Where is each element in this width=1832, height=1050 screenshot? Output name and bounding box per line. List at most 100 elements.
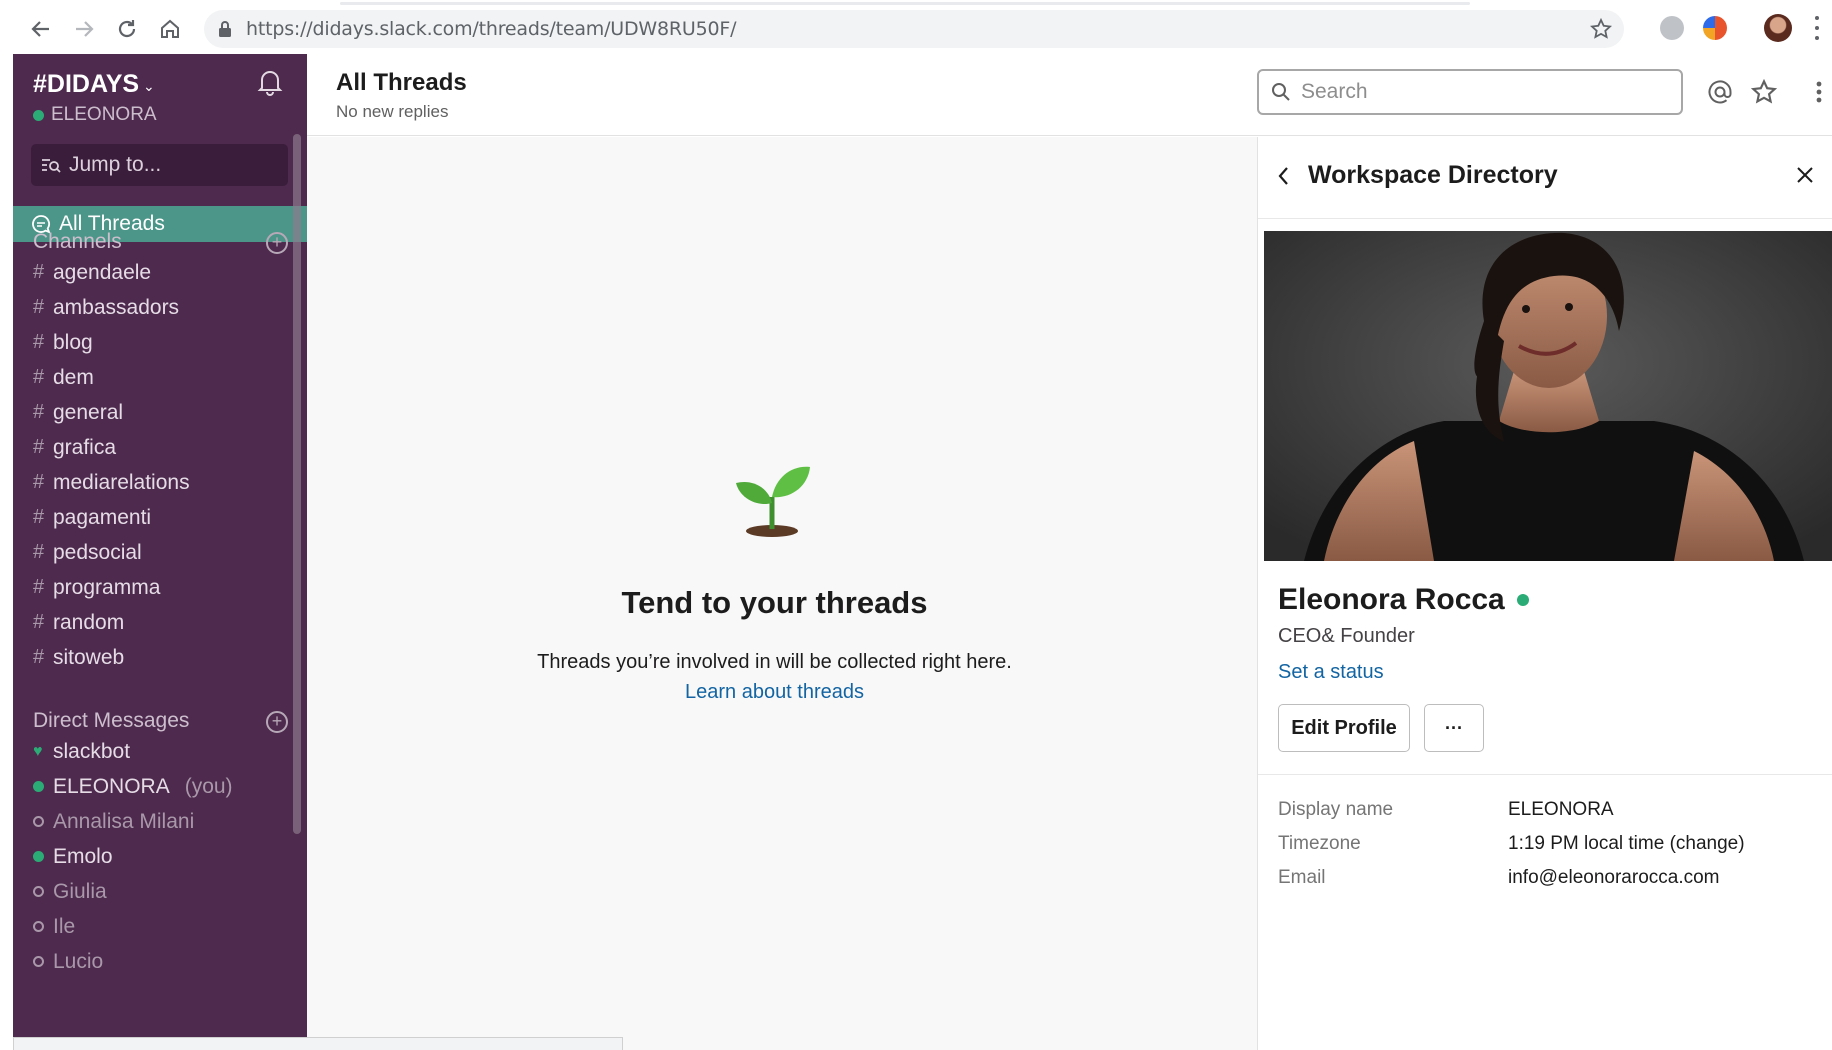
presence-away-icon (33, 816, 44, 827)
field-timezone: Timezone 1:19 PM local time (change) (1278, 833, 1745, 854)
bookmark-star-icon[interactable] (1590, 18, 1612, 40)
arrow-left-icon (31, 21, 49, 37)
page-title: All Threads (336, 69, 467, 96)
hash-icon: # (33, 261, 45, 283)
sidebar-item-channel[interactable]: # programma (13, 570, 307, 605)
sidebar-item-channel[interactable]: # pagamenti (13, 500, 307, 535)
starred-icon[interactable] (1748, 76, 1780, 108)
extension-icon[interactable] (1703, 16, 1727, 40)
back-button[interactable] (24, 12, 58, 46)
channel-list: # agendaele # ambassadors # blog # dem # gene… (13, 255, 307, 675)
sidebar-item-channel[interactable]: # pedsocial (13, 535, 307, 570)
jump-search-icon (42, 159, 61, 173)
sidebar-item-dm[interactable]: ♥ slackbot (13, 734, 307, 769)
presence-online-icon (33, 781, 44, 792)
browser-toolbar: https://didays.slack.com/threads/team/UD… (0, 0, 1832, 56)
mentions-icon[interactable] (1704, 76, 1736, 108)
field-display-name: Display name ELEONORA (1278, 799, 1614, 820)
home-button[interactable] (153, 12, 187, 46)
chevron-down-icon[interactable]: ⌄ (143, 78, 155, 95)
close-icon[interactable] (1795, 165, 1815, 185)
add-dm-icon[interactable]: + (266, 711, 288, 733)
home-icon (161, 19, 179, 38)
sidebar-scrollbar[interactable] (293, 134, 301, 834)
reload-button[interactable] (110, 12, 144, 46)
current-user-name: ELEONORA (51, 104, 157, 125)
jump-to-label: Jump to... (69, 153, 162, 176)
hash-icon: # (33, 296, 45, 318)
reload-icon (118, 20, 136, 38)
hash-icon: # (33, 576, 45, 598)
add-channel-icon[interactable]: + (266, 232, 288, 254)
sidebar-item-dm[interactable]: Ile (13, 909, 307, 944)
jump-to-button[interactable]: Jump to... (31, 144, 288, 186)
direct-messages-heading[interactable]: Direct Messages (33, 709, 189, 733)
arrow-right-icon (76, 21, 94, 37)
sidebar-item-dm[interactable]: Annalisa Milani (13, 804, 307, 839)
empty-state-text: Threads you’re involved in will be colle… (537, 651, 1012, 673)
bell-icon[interactable] (257, 68, 283, 96)
sidebar-item-channel[interactable]: # grafica (13, 430, 307, 465)
hash-icon: # (33, 506, 45, 528)
url-text: https://didays.slack.com/threads/team/UD… (246, 18, 737, 40)
presence-online-icon (1516, 594, 1529, 606)
sidebar-item-dm[interactable]: Giulia (13, 874, 307, 909)
chevron-left-icon[interactable] (1276, 165, 1290, 187)
sidebar-item-channel[interactable]: # random (13, 605, 307, 640)
sidebar-item-channel[interactable]: # mediarelations (13, 465, 307, 500)
profile-photo (1264, 231, 1832, 561)
learn-about-threads-link[interactable]: Learn about threads (307, 681, 1242, 704)
panel-divider (1258, 774, 1832, 775)
hash-icon: # (33, 611, 45, 633)
hash-icon: # (33, 401, 45, 423)
forward-button[interactable] (67, 12, 101, 46)
profile-name-text: Eleonora Rocca (1278, 583, 1505, 616)
set-status-link[interactable]: Set a status (1278, 661, 1384, 684)
panel-title: Workspace Directory (1308, 161, 1558, 189)
profile-name: Eleonora Rocca (1278, 583, 1529, 617)
workspace-directory-panel: Workspace Directory Eleonora Rocca CEO& … (1257, 137, 1832, 1050)
sidebar-item-channel[interactable]: # general (13, 395, 307, 430)
hash-icon: # (33, 471, 45, 493)
browser-menu-icon[interactable] (1814, 16, 1820, 40)
more-vertical-icon[interactable] (1812, 76, 1826, 108)
address-bar[interactable]: https://didays.slack.com/threads/team/UD… (204, 10, 1624, 48)
dm-list: ♥ slackbot ELEONORA (you) Annalisa Milani … (13, 734, 307, 979)
skype-extension-icon[interactable] (1660, 16, 1684, 40)
browser-profile-avatar[interactable] (1764, 14, 1792, 42)
field-email: Email info@eleonorarocca.com (1278, 867, 1720, 888)
sidebar-item-dm[interactable]: Lucio (13, 944, 307, 979)
presence-away-icon (33, 956, 44, 967)
channel-header: All Threads No new replies (307, 54, 1832, 136)
hash-icon: # (33, 541, 45, 563)
page-subtitle: No new replies (336, 102, 449, 121)
sidebar-item-dm[interactable]: Emolo (13, 839, 307, 874)
heart-icon: ♥ (33, 742, 43, 760)
current-user[interactable]: ELEONORA (33, 104, 157, 126)
sidebar-item-channel[interactable]: # sitoweb (13, 640, 307, 675)
workspace-name[interactable]: #DIDAYS (33, 70, 139, 99)
presence-away-icon (33, 886, 44, 897)
link-preview-statusbar (13, 1037, 623, 1050)
hash-icon: # (33, 331, 45, 353)
channels-heading[interactable]: Channels (33, 230, 122, 254)
search-box[interactable] (1257, 69, 1683, 115)
seedling-icon (736, 466, 810, 537)
sidebar-item-channel[interactable]: # blog (13, 325, 307, 360)
sidebar-item-channel[interactable]: # ambassadors (13, 290, 307, 325)
profile-title: CEO& Founder (1278, 625, 1415, 647)
sidebar-item-dm[interactable]: ELEONORA (you) (13, 769, 307, 804)
sidebar: #DIDAYS ⌄ ELEONORA Jump to... All Thread… (13, 54, 307, 1037)
panel-header: Workspace Directory (1258, 137, 1832, 219)
sidebar-item-channel[interactable]: # dem (13, 360, 307, 395)
search-input[interactable] (1301, 80, 1661, 104)
lock-icon (219, 21, 231, 37)
sidebar-item-channel[interactable]: # agendaele (13, 255, 307, 290)
empty-state-title: Tend to your threads (621, 585, 928, 620)
presence-away-icon (33, 921, 44, 932)
more-actions-button[interactable]: ··· (1424, 704, 1484, 752)
threads-view: Tend to your threads Threads you’re invo… (307, 137, 1257, 1050)
search-icon (1272, 83, 1290, 101)
edit-profile-button[interactable]: Edit Profile (1278, 704, 1410, 752)
presence-online-icon (33, 851, 44, 862)
